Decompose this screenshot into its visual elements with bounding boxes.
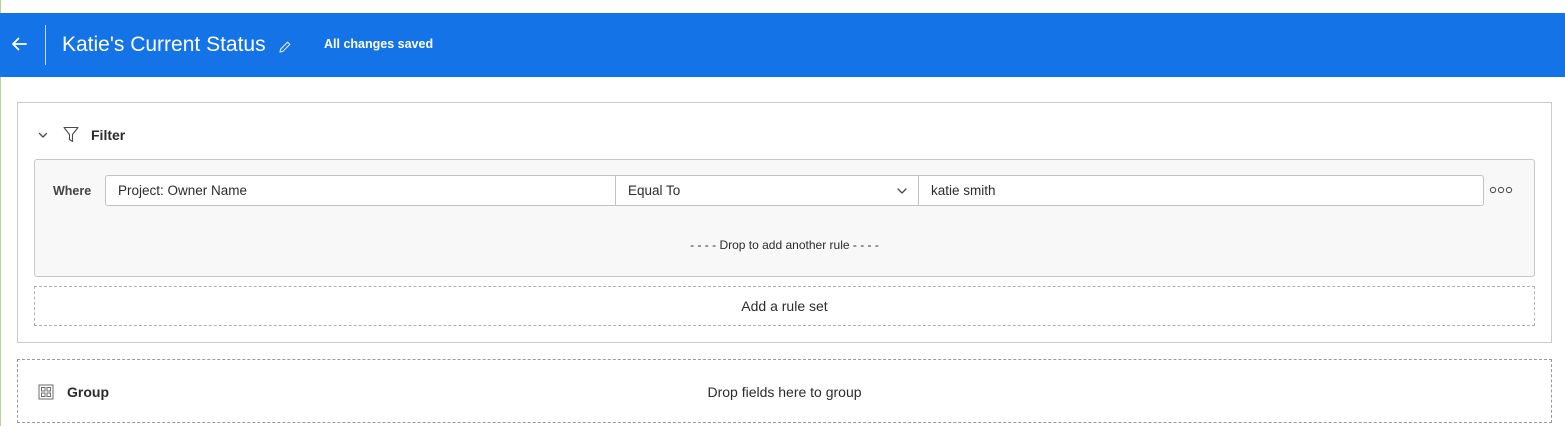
where-label: Where [53, 184, 92, 198]
rule-value-input[interactable] [919, 176, 1483, 205]
more-options-icon [1489, 186, 1513, 194]
add-rule-set-button[interactable]: Add a rule set [34, 286, 1535, 326]
group-drop-hint: Drop fields here to group [707, 384, 862, 400]
save-status: All changes saved [324, 37, 434, 51]
report-header: Katie's Current Status All changes saved [0, 13, 1565, 77]
rule-field-value: Project: Owner Name [118, 183, 248, 198]
top-strip [0, 0, 1565, 13]
group-title: Group [67, 384, 109, 400]
rule-set: Where Project: Owner Name Equal To - - -… [34, 159, 1535, 277]
back-button[interactable] [4, 29, 34, 59]
chevron-down-icon [897, 187, 907, 194]
collapse-filter-button[interactable] [36, 128, 50, 142]
arrow-left-icon [12, 37, 27, 51]
drop-rule-zone[interactable]: - - - - Drop to add another rule - - - - [35, 238, 1534, 252]
filter-title: Filter [91, 127, 126, 143]
rule-field-select[interactable]: Project: Owner Name [106, 176, 616, 205]
filter-header: Filter [36, 125, 125, 145]
filter-rule: Project: Owner Name Equal To [105, 175, 1484, 206]
rule-operator-select[interactable]: Equal To [616, 176, 919, 205]
funnel-icon [63, 126, 79, 144]
pencil-icon[interactable] [278, 40, 292, 54]
filter-panel: Filter Where Project: Owner Name Equal T… [17, 102, 1552, 343]
group-drop-zone[interactable]: Drop fields here to group Group [17, 359, 1552, 423]
rule-operator-value: Equal To [628, 183, 681, 198]
chevron-down-icon [38, 132, 48, 138]
report-title[interactable]: Katie's Current Status [62, 31, 266, 59]
left-rail [0, 77, 1, 426]
header-divider [45, 25, 46, 65]
rule-more-button[interactable] [1489, 182, 1513, 198]
